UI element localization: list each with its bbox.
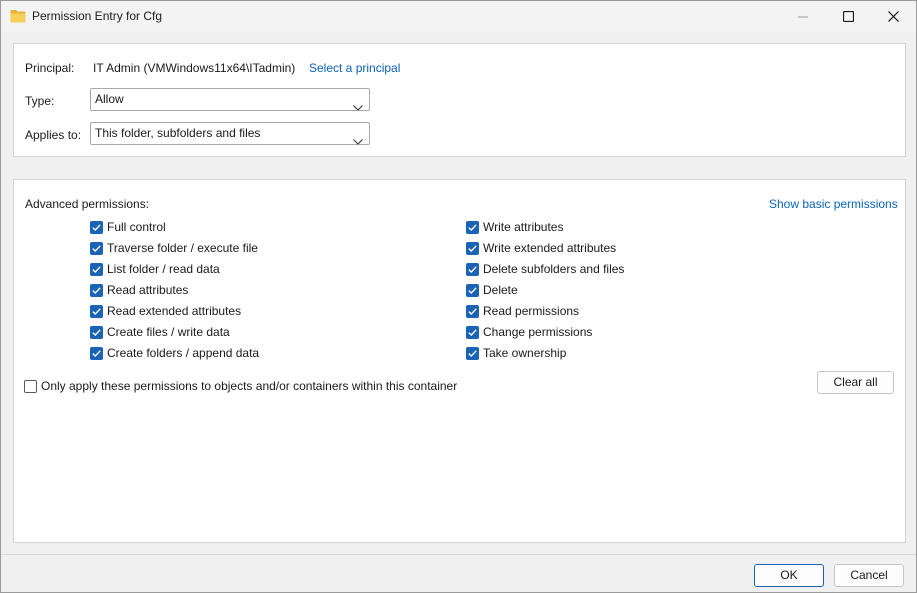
perm-delete-subfolders[interactable]: Delete subfolders and files [466,262,624,276]
perm-label: Read extended attributes [107,304,242,318]
perm-create-folders[interactable]: Create folders / append data [90,346,259,360]
checkbox-checked-icon[interactable] [90,346,103,360]
window-title: Permission Entry for Cfg [32,9,163,23]
perm-take-ownership[interactable]: Take ownership [466,346,566,360]
close-button[interactable] [870,1,916,32]
perm-change-permissions[interactable]: Change permissions [466,325,592,339]
select-principal-link[interactable]: Select a principal [309,61,400,75]
permission-entry-dialog: Permission Entry for Cfg Principal: IT A… [0,0,917,593]
checkbox-checked-icon[interactable] [90,262,103,276]
advanced-permissions-panel: Advanced permissions: Show basic permiss… [13,179,906,543]
perm-create-files[interactable]: Create files / write data [90,325,230,339]
show-basic-permissions-link[interactable]: Show basic permissions [769,197,898,211]
checkbox-unchecked-icon[interactable] [24,379,37,393]
perm-write-attributes[interactable]: Write attributes [466,220,563,234]
perm-read-permissions[interactable]: Read permissions [466,304,579,318]
applies-to-select[interactable]: This folder, subfolders and files [90,122,370,145]
only-apply-checkbox-row[interactable]: Only apply these permissions to objects … [24,379,457,393]
perm-traverse-folder[interactable]: Traverse folder / execute file [90,241,258,255]
perm-label: Change permissions [483,325,593,339]
principal-panel: Principal: IT Admin (VMWindows11x64\ITad… [13,43,906,157]
minimize-icon [798,12,808,22]
title-bar[interactable]: Permission Entry for Cfg [1,1,916,32]
perm-label: Full control [107,220,166,234]
maximize-button[interactable] [825,1,871,32]
checkbox-checked-icon[interactable] [466,220,479,234]
perm-label: Create files / write data [107,325,230,339]
checkbox-checked-icon[interactable] [90,283,103,297]
perm-label: Read permissions [483,304,580,318]
checkbox-checked-icon[interactable] [90,241,103,255]
perm-read-attributes[interactable]: Read attributes [90,283,188,297]
checkbox-checked-icon[interactable] [90,325,103,339]
checkbox-checked-icon[interactable] [466,283,479,297]
perm-label: Delete subfolders and files [483,262,625,276]
principal-label: Principal: [25,61,75,75]
perm-list-folder[interactable]: List folder / read data [90,262,220,276]
perm-label: Take ownership [483,346,567,360]
checkbox-checked-icon[interactable] [466,325,479,339]
perm-full-control[interactable]: Full control [90,220,166,234]
applies-to-label: Applies to: [25,128,82,142]
advanced-permissions-heading: Advanced permissions: [25,197,150,211]
checkbox-checked-icon[interactable] [90,220,103,234]
type-selected-value: Allow [95,92,124,106]
chevron-down-icon [353,97,363,118]
chevron-down-icon [353,131,363,152]
perm-read-extended-attributes[interactable]: Read extended attributes [90,304,241,318]
perm-label: Create folders / append data [107,346,260,360]
footer-divider [1,554,916,555]
checkbox-checked-icon[interactable] [90,304,103,318]
perm-label: Delete [483,283,518,297]
maximize-icon [842,11,854,22]
checkbox-checked-icon[interactable] [466,304,479,318]
perm-write-extended-attributes[interactable]: Write extended attributes [466,241,616,255]
type-label: Type: [25,94,55,108]
perm-delete[interactable]: Delete [466,283,518,297]
cancel-button[interactable]: Cancel [834,564,904,587]
perm-label: Read attributes [107,283,189,297]
only-apply-label: Only apply these permissions to objects … [41,379,458,393]
clear-all-button[interactable]: Clear all [817,371,894,394]
principal-value: IT Admin (VMWindows11x64\ITadmin) [93,61,296,75]
perm-label: Write extended attributes [483,241,617,255]
type-select[interactable]: Allow [90,88,370,111]
perm-label: List folder / read data [107,262,220,276]
checkbox-checked-icon[interactable] [466,262,479,276]
folder-icon [10,9,26,23]
close-icon [887,11,899,22]
ok-button[interactable]: OK [754,564,824,587]
applies-to-selected-value: This folder, subfolders and files [95,126,261,140]
perm-label: Write attributes [483,220,564,234]
checkbox-checked-icon[interactable] [466,241,479,255]
minimize-button[interactable] [780,1,826,32]
checkbox-checked-icon[interactable] [466,346,479,360]
perm-label: Traverse folder / execute file [107,241,258,255]
